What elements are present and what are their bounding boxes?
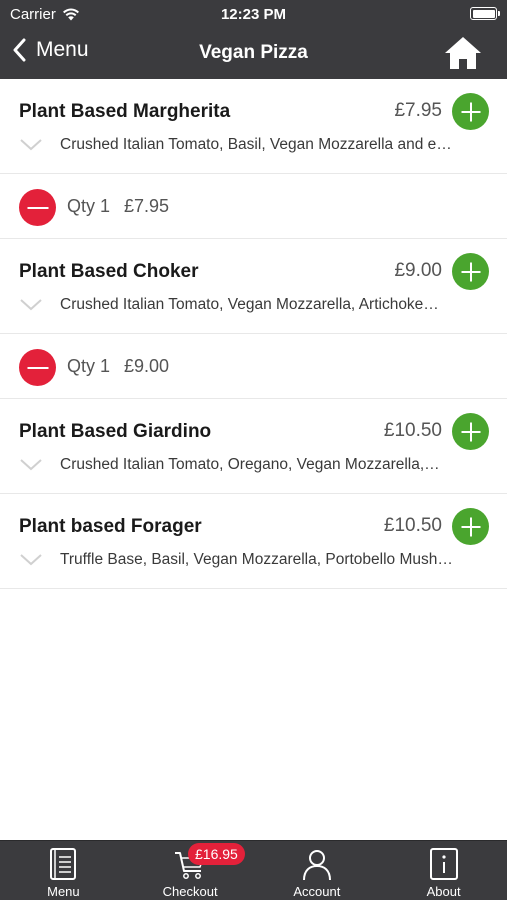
- item-description: Crushed Italian Tomato, Vegan Mozzarella…: [60, 296, 439, 313]
- chevron-down-icon[interactable]: [20, 299, 42, 311]
- item-name: Plant Based Margherita: [19, 101, 231, 122]
- nav-bar: Menu Vegan Pizza: [0, 28, 507, 79]
- tab-menu-label: Menu: [47, 884, 80, 899]
- page-title: Vegan Pizza: [199, 42, 308, 63]
- tab-about-label: About: [426, 884, 461, 899]
- tab-menu[interactable]: Menu: [0, 841, 127, 900]
- tab-account[interactable]: Account: [254, 841, 381, 900]
- menu-item[interactable]: Plant Based Choker £9.00 Crushed Italian…: [0, 239, 507, 334]
- item-price: £7.95: [394, 100, 442, 121]
- add-button[interactable]: [452, 253, 489, 290]
- item-price: £10.50: [383, 515, 442, 536]
- tab-account-label: Account: [293, 884, 341, 899]
- cart-line-qty: Qty 1: [67, 356, 111, 376]
- add-button[interactable]: [452, 413, 489, 450]
- tab-checkout-label: Checkout: [162, 884, 218, 899]
- cart-line-price: £9.00: [124, 356, 170, 376]
- item-name: Plant Based Giardino: [19, 421, 212, 442]
- book-icon: [50, 848, 77, 880]
- cart-line-price: £7.95: [124, 196, 170, 216]
- home-icon[interactable]: [444, 36, 482, 70]
- item-description: Truffle Base, Basil, Vegan Mozzarella, P…: [60, 551, 453, 568]
- add-button[interactable]: [452, 508, 489, 545]
- menu-item[interactable]: Plant Based Giardino £10.50 Crushed Ital…: [0, 399, 507, 494]
- item-name: Plant based Forager: [19, 516, 202, 537]
- add-button[interactable]: [452, 93, 489, 130]
- status-bar: Carrier 12:23 PM: [0, 0, 507, 28]
- tab-about[interactable]: About: [380, 841, 507, 900]
- info-icon: [429, 848, 458, 880]
- tab-bar: Menu Checkout Account About: [0, 840, 507, 900]
- app-header: Carrier 12:23 PM Menu Vegan Pizza: [0, 0, 507, 79]
- remove-button[interactable]: [19, 189, 56, 226]
- remove-button[interactable]: [19, 349, 56, 386]
- status-time: 12:23 PM: [220, 6, 287, 23]
- item-price: £10.50: [383, 420, 442, 441]
- battery-icon: [470, 7, 500, 20]
- cart-line: Qty 1 £7.95: [0, 174, 507, 239]
- item-description: Crushed Italian Tomato, Oregano, Vegan M…: [60, 456, 440, 473]
- menu-item[interactable]: Plant based Forager £10.50 Truffle Base,…: [0, 494, 507, 589]
- item-price: £9.00: [394, 260, 442, 281]
- item-description: Crushed Italian Tomato, Basil, Vegan Moz…: [60, 136, 452, 153]
- cart-line-qty: Qty 1: [67, 196, 111, 216]
- item-name: Plant Based Choker: [19, 261, 199, 282]
- cart-line: Qty 1 £9.00: [0, 334, 507, 399]
- user-icon: [302, 850, 331, 881]
- chevron-down-icon[interactable]: [20, 139, 42, 151]
- checkout-total-badge: £16.95: [188, 843, 245, 865]
- menu-item-list: Plant Based Margherita £7.95 Crushed Ita…: [0, 79, 507, 589]
- menu-item[interactable]: Plant Based Margherita £7.95 Crushed Ita…: [0, 79, 507, 174]
- chevron-down-icon[interactable]: [20, 554, 42, 566]
- chevron-down-icon[interactable]: [20, 459, 42, 471]
